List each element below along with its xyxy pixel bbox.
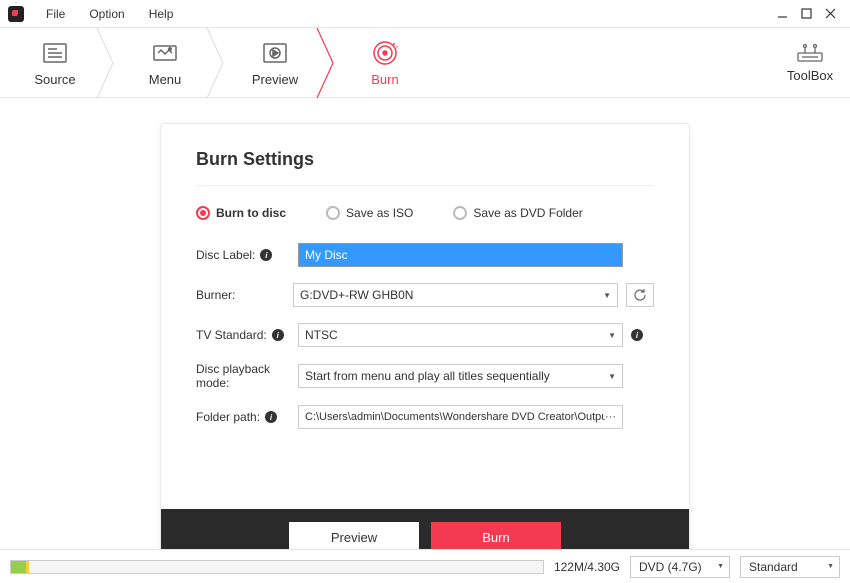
step-menu[interactable]: Menu [120, 28, 210, 98]
radio-save-iso[interactable]: Save as ISO [326, 206, 413, 220]
step-separator [210, 28, 230, 98]
preview-icon [261, 39, 289, 67]
step-separator [100, 28, 120, 98]
burn-button[interactable]: Burn [431, 522, 561, 552]
tv-standard-select[interactable]: NTSC▼ [298, 323, 623, 347]
info-icon[interactable]: i [260, 249, 272, 261]
radio-save-dvd-folder[interactable]: Save as DVD Folder [453, 206, 582, 220]
burn-settings-panel: Burn Settings Burn to disc Save as ISO S… [160, 123, 690, 566]
radio-icon [196, 206, 210, 220]
burner-select[interactable]: G:DVD+-RW GHB0N▼ [293, 283, 618, 307]
folder-path-label: Folder path: i [196, 410, 298, 424]
playback-mode-select[interactable]: Start from menu and play all titles sequ… [298, 364, 623, 388]
source-icon [41, 39, 69, 67]
capacity-bar [10, 560, 544, 574]
disc-label-input[interactable] [298, 243, 623, 267]
burn-disc-icon [371, 39, 399, 67]
capacity-fill-yellow [26, 561, 29, 573]
chevron-down-icon: ▼ [603, 291, 611, 300]
chevron-down-icon: ▼ [608, 372, 616, 381]
radio-label: Save as DVD Folder [473, 206, 582, 220]
minimize-button[interactable] [770, 4, 794, 24]
step-preview[interactable]: Preview [230, 28, 320, 98]
panel-title: Burn Settings [196, 149, 654, 170]
toolbox-icon [796, 43, 824, 63]
step-source[interactable]: Source [10, 28, 100, 98]
step-preview-label: Preview [252, 72, 298, 87]
radio-label: Save as ISO [346, 206, 413, 220]
info-icon[interactable]: i [265, 411, 277, 423]
toolbox-button[interactable]: ToolBox [770, 43, 850, 83]
step-source-label: Source [34, 72, 75, 87]
disc-label-label: Disc Label: i [196, 248, 298, 262]
refresh-burner-button[interactable] [626, 283, 654, 307]
folder-path-field[interactable]: C:\Users\admin\Documents\Wondershare DVD… [298, 405, 623, 429]
radio-icon [326, 206, 340, 220]
step-burn-label: Burn [371, 72, 398, 87]
quality-select[interactable]: Standard [740, 556, 840, 578]
preview-button[interactable]: Preview [289, 522, 419, 552]
toolbox-label: ToolBox [787, 68, 833, 83]
capacity-text: 122M/4.30G [554, 560, 620, 574]
tv-standard-label: TV Standard: i [196, 328, 298, 342]
ellipsis-icon: ··· [605, 411, 616, 423]
info-icon[interactable]: i [631, 329, 643, 341]
refresh-icon [633, 288, 647, 302]
disc-type-select[interactable]: DVD (4.7G) [630, 556, 730, 578]
menu-option[interactable]: Option [77, 3, 136, 25]
burner-label: Burner: [196, 288, 293, 302]
info-icon[interactable]: i [272, 329, 284, 341]
menu-help[interactable]: Help [137, 3, 186, 25]
capacity-fill-green [11, 561, 26, 573]
app-logo-icon [8, 6, 24, 22]
close-button[interactable] [818, 4, 842, 24]
radio-burn-to-disc[interactable]: Burn to disc [196, 206, 286, 220]
menu-file[interactable]: File [34, 3, 77, 25]
step-separator [320, 28, 340, 98]
radio-icon [453, 206, 467, 220]
divider [196, 185, 654, 186]
chevron-down-icon: ▼ [608, 331, 616, 340]
playback-mode-label: Disc playback mode: [196, 362, 298, 390]
step-burn[interactable]: Burn [340, 28, 430, 98]
menu-icon [151, 39, 179, 67]
maximize-button[interactable] [794, 4, 818, 24]
step-menu-label: Menu [149, 72, 182, 87]
radio-label: Burn to disc [216, 206, 286, 220]
